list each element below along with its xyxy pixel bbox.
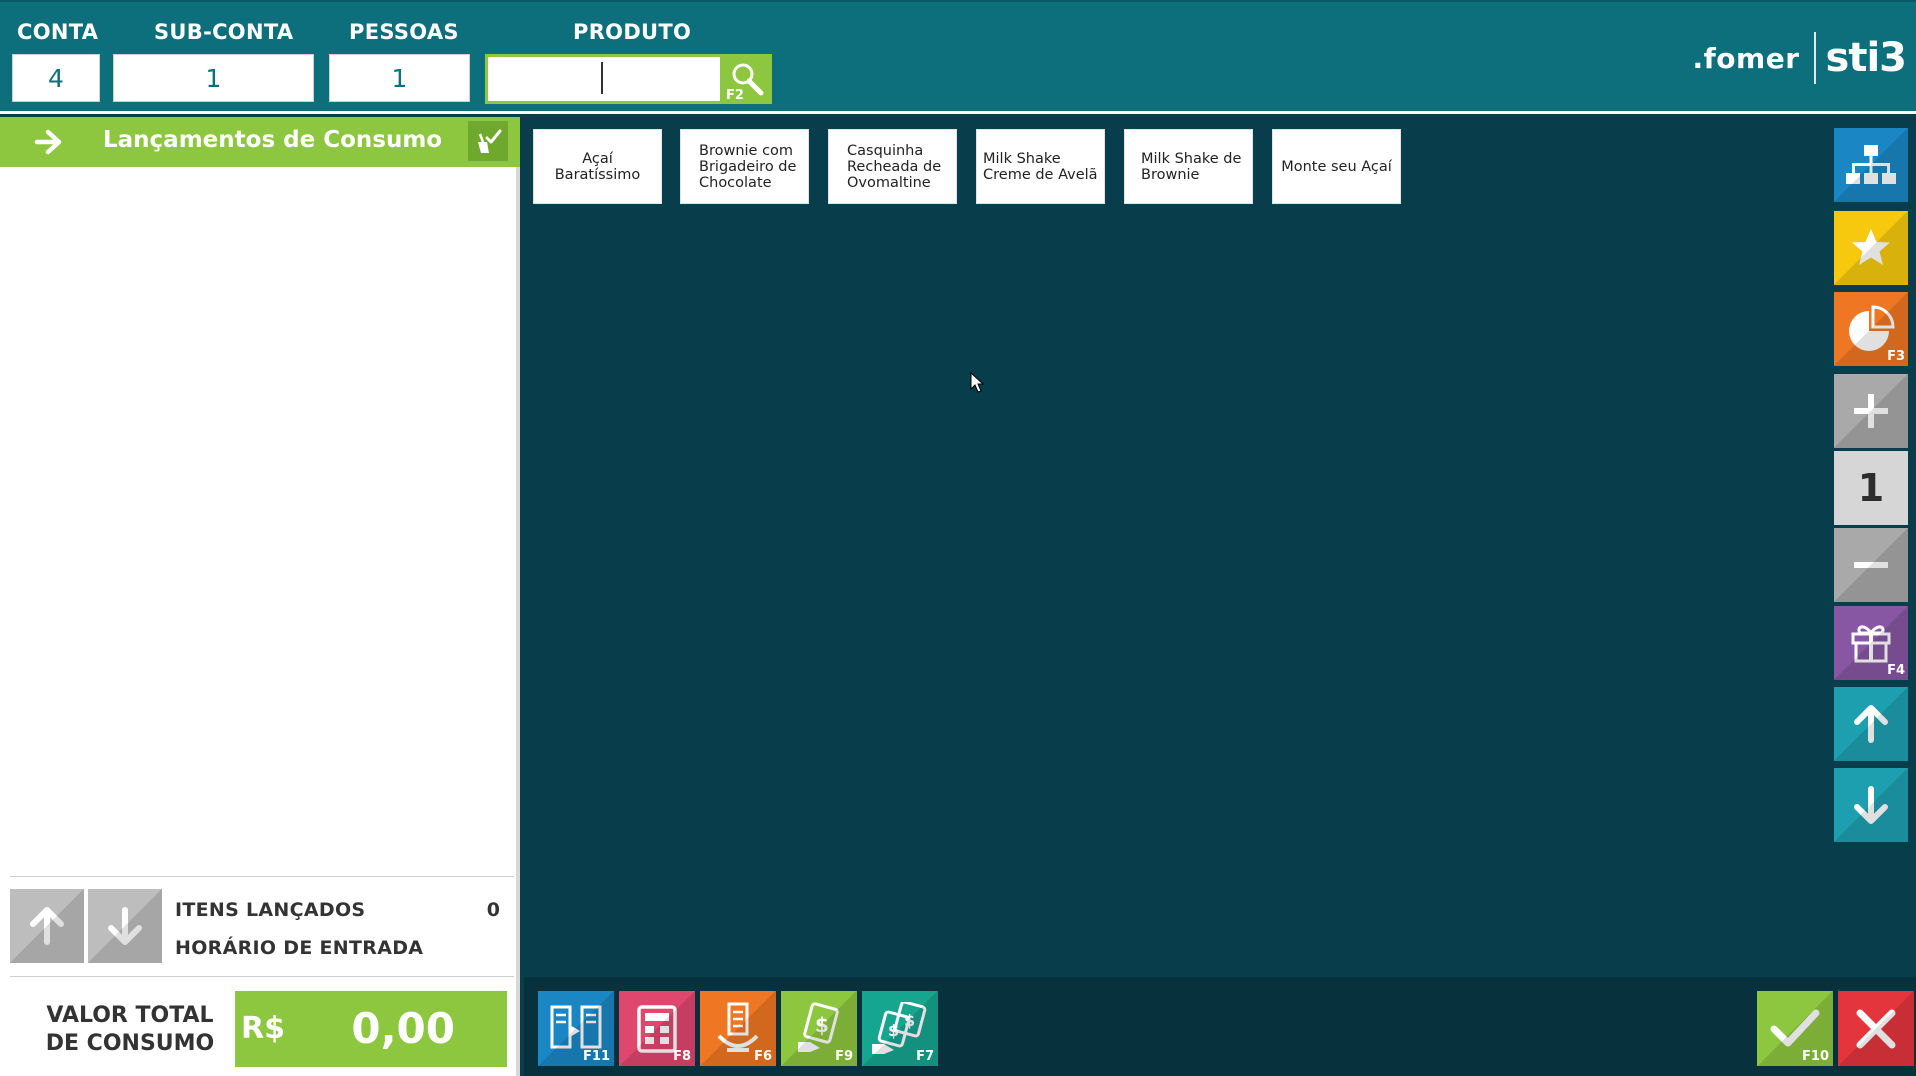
service-fee-key-hint: F6 <box>754 1049 772 1064</box>
product-button[interactable]: Casquinha Recheada de Ovomaltine <box>828 129 957 204</box>
transfer-button[interactable]: F11 <box>538 991 614 1066</box>
consumo-panel: Lançamentos de Consumo ITENS LANÇADOS 0 … <box>0 117 520 1076</box>
produto-label: PRODUTO <box>573 20 692 44</box>
divider <box>10 976 514 977</box>
calculator-key-hint: F8 <box>673 1049 691 1064</box>
itens-lancados-label: ITENS LANÇADOS <box>175 899 366 921</box>
sti3-logo: sti3 <box>1825 35 1907 81</box>
gift-icon <box>1851 625 1891 663</box>
service-fee-button[interactable]: F6 <box>700 991 776 1066</box>
svg-text:$: $ <box>815 1013 829 1037</box>
produto-search-input[interactable] <box>485 54 723 104</box>
product-button[interactable]: Milk Shake de Brownie <box>1124 129 1253 204</box>
plus-icon <box>1854 394 1888 428</box>
gift-key-hint: F4 <box>1887 663 1905 678</box>
conta-field[interactable]: 4 <box>12 54 100 102</box>
calculator-icon <box>637 1004 677 1053</box>
product-button[interactable]: Açaí Baratíssimo <box>533 129 662 204</box>
currency-symbol: R$ <box>241 1011 285 1046</box>
payment-button[interactable]: $ F9 <box>781 991 857 1066</box>
itens-lancados-count: 0 <box>486 899 500 921</box>
arrow-up-icon <box>1854 705 1888 743</box>
valor-total-label-line2: DE CONSUMO <box>45 1031 215 1056</box>
brand-separator <box>1813 32 1816 84</box>
product-button[interactable]: Brownie com Brigadeiro de Chocolate <box>680 129 809 204</box>
product-button[interactable]: Monte seu Açaí <box>1272 129 1401 204</box>
minus-icon <box>1854 562 1888 568</box>
payment-key-hint: F9 <box>835 1049 853 1064</box>
quantity-display: 1 <box>1834 451 1908 525</box>
scroll-down-button[interactable] <box>88 889 162 963</box>
brand-logo: .fomer sti3 <box>1692 32 1907 84</box>
subconta-field[interactable]: 1 <box>113 54 314 102</box>
confirm-key-hint: F10 <box>1802 1049 1829 1064</box>
split-payment-key-hint: F7 <box>916 1049 934 1064</box>
favorites-button[interactable] <box>1834 211 1908 285</box>
product-grid: Açaí Baratíssimo Brownie com Brigadeiro … <box>524 117 1832 977</box>
move-up-button[interactable] <box>1834 687 1908 761</box>
arrow-down-icon <box>1854 786 1888 824</box>
confirm-button[interactable]: F10 <box>1757 991 1833 1066</box>
check-icon <box>1770 1009 1820 1046</box>
consumo-header: Lançamentos de Consumo <box>0 117 520 167</box>
search-button[interactable]: F2 <box>722 54 772 104</box>
subconta-label: SUB-CONTA <box>154 20 294 44</box>
transfer-receipt-icon <box>550 1005 602 1048</box>
fomer-logo: .fomer <box>1692 41 1800 75</box>
expand-button[interactable] <box>30 123 68 161</box>
valor-total-label: VALOR TOTAL DE CONSUMO <box>20 1002 240 1058</box>
search-key-hint: F2 <box>726 88 744 103</box>
split-payment-button[interactable]: $ $ F7 <box>862 991 938 1066</box>
divider <box>10 876 514 877</box>
move-down-button[interactable] <box>1834 768 1908 842</box>
valor-total-box: R$ 0,00 <box>235 991 507 1067</box>
top-header: CONTA SUB-CONTA PESSOAS PRODUTO 4 1 1 F2… <box>0 0 1916 114</box>
arrow-right-icon <box>34 129 62 155</box>
calculator-button[interactable]: F8 <box>619 991 695 1066</box>
svg-text:$: $ <box>888 1021 899 1040</box>
consumo-title: Lançamentos de Consumo <box>103 127 443 153</box>
money-hand-icon: $ <box>798 1001 839 1052</box>
valor-total-value: 0,00 <box>351 1004 455 1053</box>
text-caret <box>601 62 603 94</box>
gift-button[interactable]: F4 <box>1834 606 1908 680</box>
pessoas-label: PESSOAS <box>349 20 459 44</box>
stats-button[interactable]: F3 <box>1834 292 1908 366</box>
arrow-down-icon <box>108 907 142 945</box>
cancel-button[interactable] <box>1838 991 1914 1066</box>
mouse-cursor-icon <box>970 372 985 393</box>
scroll-up-button[interactable] <box>10 889 84 963</box>
categories-button[interactable] <box>1834 128 1908 202</box>
multi-money-icon: $ $ <box>872 1001 927 1054</box>
decrease-quantity-button[interactable] <box>1834 528 1908 602</box>
broom-check-icon <box>478 129 502 153</box>
transfer-key-hint: F11 <box>583 1049 610 1064</box>
horario-entrada-label: HORÁRIO DE ENTRADA <box>175 937 424 959</box>
sitemap-icon <box>1846 145 1896 184</box>
receipt-tray-icon <box>717 1002 759 1052</box>
pessoas-field[interactable]: 1 <box>329 54 470 102</box>
conta-label: CONTA <box>17 20 99 44</box>
stats-key-hint: F3 <box>1887 349 1905 364</box>
clear-items-button[interactable] <box>468 121 508 161</box>
product-button[interactable]: Milk Shake Creme de Avelã <box>976 129 1105 204</box>
close-icon <box>1856 1009 1896 1048</box>
arrow-up-icon <box>30 907 64 945</box>
increase-quantity-button[interactable] <box>1834 374 1908 448</box>
star-icon <box>1852 229 1890 265</box>
valor-total-label-line1: VALOR TOTAL <box>46 1003 214 1028</box>
